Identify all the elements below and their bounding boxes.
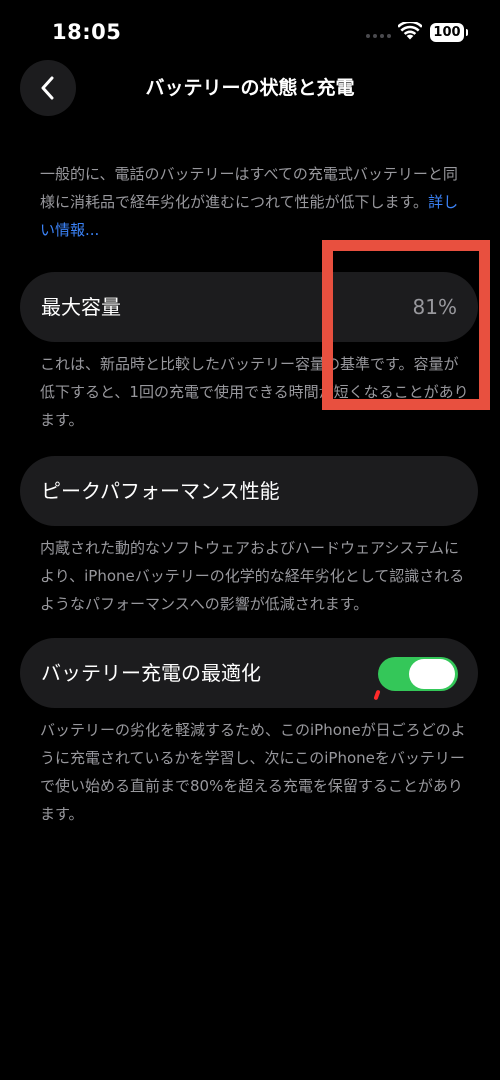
optimized-charging-cell: バッテリー充電の最適化 xyxy=(20,638,478,708)
intro-description: 一般的に、電話のバッテリーはすべての充電式バッテリーと同様に消耗品で経年劣化が進… xyxy=(40,160,470,244)
max-capacity-label: 最大容量 xyxy=(41,295,121,319)
page-title: バッテリーの状態と充電 xyxy=(145,77,355,99)
peak-performance-cell: ピークパフォーマンス性能 xyxy=(20,456,478,526)
cellular-signal-icon xyxy=(366,34,391,38)
intro-text: 一般的に、電話のバッテリーはすべての充電式バッテリーと同様に消耗品で経年劣化が進… xyxy=(40,165,458,211)
status-bar: 18:05 100 xyxy=(0,0,500,62)
peak-performance-label: ピークパフォーマンス性能 xyxy=(41,479,280,503)
optimized-charging-label: バッテリー充電の最適化 xyxy=(41,661,261,685)
optimized-charging-toggle[interactable] xyxy=(378,657,458,691)
status-time: 18:05 xyxy=(52,20,122,44)
wifi-icon xyxy=(398,22,422,40)
optimized-charging-footer: バッテリーの劣化を軽減するため、このiPhoneが日ごろどのように充電されている… xyxy=(40,721,466,823)
annotation-mark xyxy=(373,689,381,701)
toggle-knob xyxy=(409,659,455,689)
peak-performance-footer: 内蔵された動的なソフトウェアおよびハードウェアシステムにより、iPhoneバッテ… xyxy=(40,539,465,613)
annotation-highlight-box xyxy=(322,240,490,410)
battery-icon: 100 xyxy=(430,23,468,42)
